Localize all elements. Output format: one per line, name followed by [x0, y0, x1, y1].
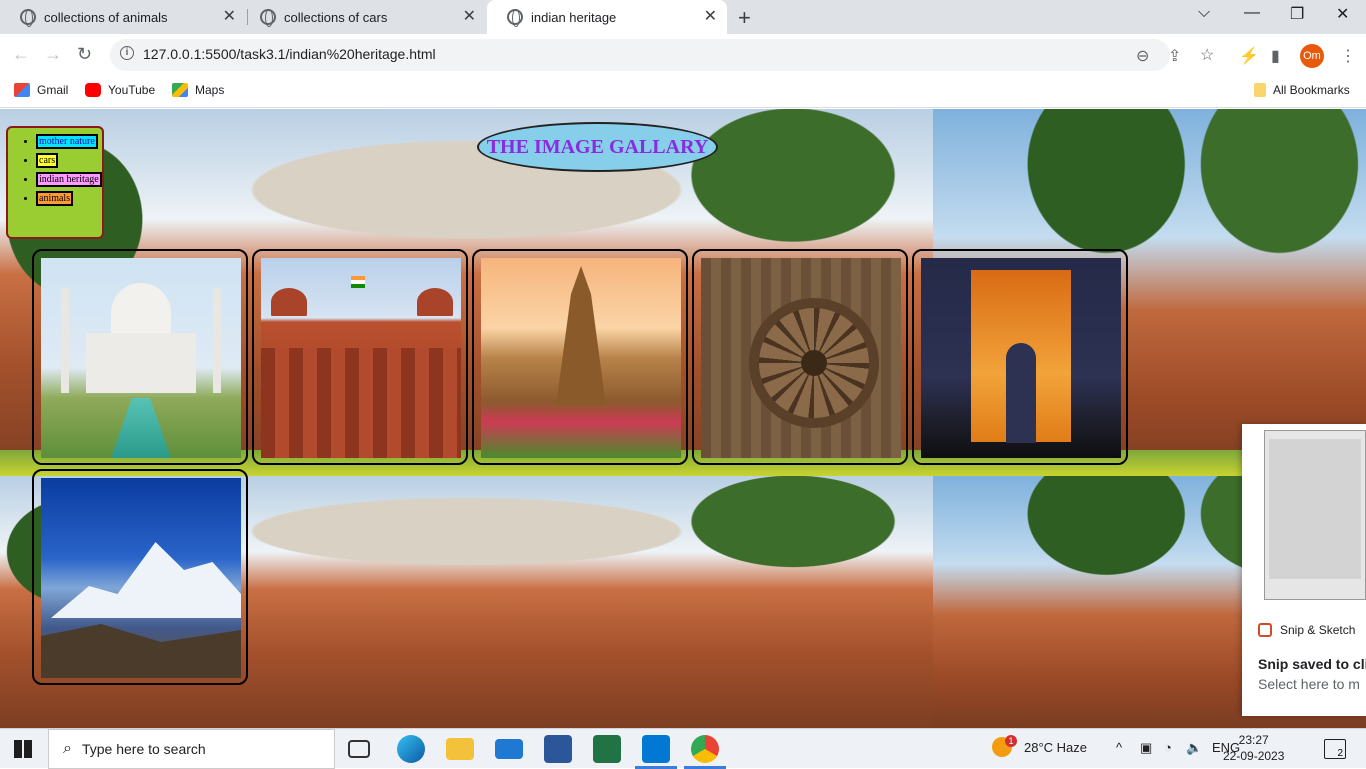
tab-indian-heritage[interactable]: indian heritage ✕ — [487, 0, 727, 34]
search-icon: ⌕ — [63, 740, 72, 757]
notification-app: Snip & Sketch — [1258, 623, 1355, 637]
menu-link[interactable]: animals — [36, 191, 74, 206]
chrome-icon[interactable] — [684, 735, 726, 769]
bookmark-gmail[interactable]: Gmail — [14, 83, 68, 97]
share-icon[interactable]: ⇪ — [1168, 46, 1181, 66]
mail-icon[interactable] — [495, 739, 523, 759]
browser-toolbar: ← → ↻ i 127.0.0.1:5500/task3.1/indian%20… — [0, 34, 1366, 76]
khajuraho-temple-image[interactable] — [481, 258, 681, 458]
windows-start-icon[interactable] — [14, 740, 32, 758]
page-title: THE IMAGE GALLARY — [477, 122, 718, 172]
bookmarks-bar: Gmail YouTube Maps All Bookmarks — [0, 76, 1366, 108]
taj-mahal-image[interactable] — [41, 258, 241, 458]
menu-item-indian-heritage[interactable]: indian heritage — [36, 172, 102, 187]
globe-icon — [260, 9, 276, 27]
menu-item-cars[interactable]: cars — [36, 153, 102, 168]
site-info-icon[interactable]: i — [120, 46, 134, 60]
globe-icon — [20, 9, 36, 27]
menu-link[interactable]: cars — [36, 153, 59, 168]
back-arrow-icon[interactable]: ← — [12, 44, 30, 65]
restore-icon[interactable]: ❐ — [1290, 4, 1304, 24]
vscode-icon[interactable] — [635, 735, 677, 769]
address-bar[interactable]: i 127.0.0.1:5500/task3.1/indian%20herita… — [110, 39, 1214, 71]
tab-collections-of-cars[interactable]: collections of cars ✕ — [240, 0, 486, 34]
task-view-icon[interactable] — [348, 740, 370, 758]
bookmark-star-icon[interactable]: ☆ — [1200, 45, 1214, 65]
zoom-icon[interactable]: ⊖ — [1136, 46, 1149, 66]
bookmark-youtube[interactable]: YouTube — [85, 83, 155, 97]
tab-label: collections of animals — [44, 9, 168, 25]
gallery-card[interactable] — [692, 249, 908, 465]
bookmark-label: Gmail — [37, 83, 69, 97]
page-content: mother nature cars indian heritage anima… — [0, 109, 1366, 728]
more-menu-icon[interactable]: ⋮ — [1340, 46, 1356, 66]
volume-icon[interactable]: 🔈 — [1186, 740, 1202, 756]
new-tab-icon[interactable]: + — [738, 5, 751, 31]
snip-sketch-icon — [1258, 623, 1272, 637]
bookmark-label: YouTube — [108, 83, 156, 97]
clock-date: 22-09-2023 — [1223, 749, 1285, 763]
menu-link[interactable]: indian heritage — [36, 172, 102, 187]
menu-link[interactable]: mother nature — [36, 134, 98, 149]
red-fort-image[interactable] — [261, 258, 461, 458]
edge-icon[interactable] — [397, 735, 425, 763]
tab-search-chevron-icon[interactable]: ⌵ — [1198, 4, 1210, 22]
clock-time: 23:27 — [1238, 733, 1269, 747]
weather-badge: 1 — [1005, 735, 1017, 747]
extensions-icon[interactable]: ⚡ — [1239, 46, 1259, 66]
taskbar-search[interactable]: ⌕ Type here to search — [48, 729, 335, 769]
side-panel-icon[interactable]: ▮ — [1271, 46, 1280, 66]
tray-overflow-icon[interactable]: ^ — [1116, 740, 1122, 755]
clock[interactable]: 23:27 22-09-2023 — [1223, 732, 1284, 764]
gallery-card[interactable] — [32, 249, 248, 465]
meet-icon[interactable]: ▣ — [1140, 740, 1152, 756]
konark-wheel-image[interactable] — [701, 258, 901, 458]
word-icon[interactable] — [544, 735, 572, 763]
bookmark-maps[interactable]: Maps — [172, 83, 224, 97]
gmail-icon — [14, 83, 30, 97]
reload-icon[interactable]: ↻ — [77, 44, 92, 65]
file-explorer-icon[interactable] — [446, 738, 474, 760]
close-icon[interactable]: ✕ — [223, 9, 236, 25]
excel-icon[interactable] — [593, 735, 621, 763]
tab-label: indian heritage — [531, 9, 617, 25]
profile-avatar[interactable]: Om — [1300, 44, 1324, 68]
himalaya-mountain-image[interactable] — [41, 478, 241, 678]
minimize-icon[interactable]: — — [1244, 4, 1260, 22]
notification-heading: Snip saved to cli — [1258, 656, 1366, 672]
tab-label: collections of cars — [284, 9, 388, 25]
menu-item-mother-nature[interactable]: mother nature — [36, 134, 102, 149]
menu-item-animals[interactable]: animals — [36, 191, 102, 206]
close-icon[interactable]: ✕ — [463, 9, 476, 25]
action-center-icon[interactable]: 2 — [1324, 739, 1346, 759]
all-bookmarks[interactable]: All Bookmarks — [1254, 83, 1350, 97]
gallery-card[interactable] — [252, 249, 468, 465]
gallery-card[interactable] — [472, 249, 688, 465]
gallery-card[interactable] — [912, 249, 1128, 465]
notification-subtext: Select here to m — [1258, 676, 1360, 692]
window-close-icon[interactable]: ✕ — [1336, 4, 1349, 24]
bookmark-label: Maps — [195, 83, 225, 97]
network-icon[interactable]: ◔ — [1164, 740, 1172, 755]
all-bookmarks-label: All Bookmarks — [1273, 83, 1350, 97]
maps-icon — [172, 83, 188, 97]
tab-collections-of-animals[interactable]: collections of animals ✕ — [0, 0, 246, 34]
weather-text[interactable]: 28°C Haze — [1024, 740, 1087, 755]
tab-strip: collections of animals ✕ collections of … — [0, 0, 1366, 34]
windows-taskbar: ⌕ Type here to search 1 28°C Haze ^ ▣ ◔ … — [0, 728, 1366, 769]
youtube-icon — [85, 83, 101, 97]
search-placeholder: Type here to search — [81, 741, 206, 757]
forward-arrow-icon[interactable]: → — [44, 44, 62, 65]
url-text[interactable]: 127.0.0.1:5500/task3.1/indian%20heritage… — [143, 46, 436, 62]
folder-icon — [1254, 83, 1266, 97]
nav-menu: mother nature cars indian heritage anima… — [6, 126, 104, 239]
gallery-card[interactable] — [32, 469, 248, 685]
snip-thumbnail[interactable] — [1264, 430, 1366, 600]
india-gate-image[interactable] — [921, 258, 1121, 458]
globe-icon — [507, 9, 523, 27]
notification-app-name: Snip & Sketch — [1280, 623, 1356, 637]
snip-notification[interactable]: Snip & Sketch Snip saved to cli Select h… — [1242, 424, 1366, 716]
close-icon[interactable]: ✕ — [704, 9, 717, 25]
